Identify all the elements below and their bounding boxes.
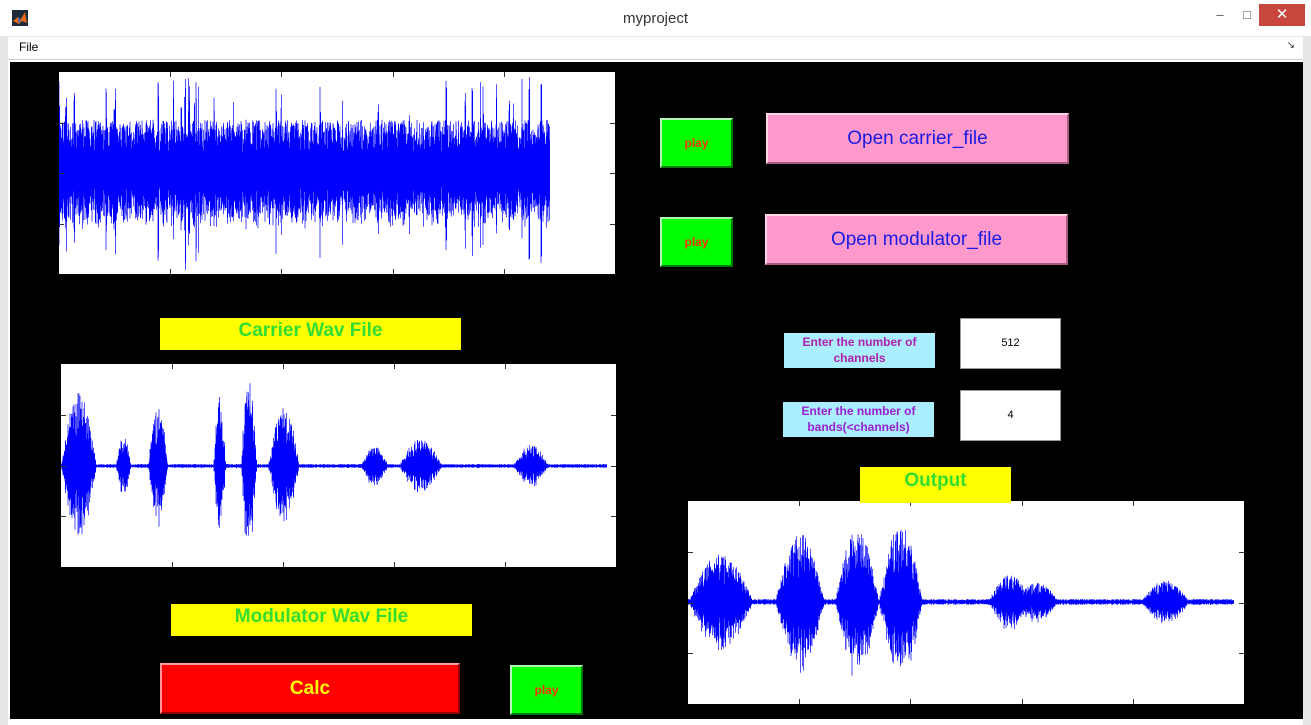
waveform-trace xyxy=(688,530,1235,676)
waveform-trace xyxy=(61,383,608,536)
output-waveform-plot xyxy=(688,501,1244,704)
menu-bar: File ↘ xyxy=(8,37,1303,60)
bands-input[interactable]: 4 xyxy=(960,390,1061,441)
bands-label: Enter the number of bands(<channels) xyxy=(783,402,934,437)
output-axes xyxy=(688,501,1244,704)
modulator-waveform-plot xyxy=(61,364,616,567)
application-window: myproject – □ ✕ File ↘ play Open carrier… xyxy=(0,0,1311,725)
carrier-label: Carrier Wav File xyxy=(160,318,461,350)
window-border-left xyxy=(0,36,8,725)
carrier-waveform-plot xyxy=(59,72,615,274)
output-play-button[interactable]: play xyxy=(510,665,583,715)
output-label: Output xyxy=(860,467,1011,503)
modulator-play-button[interactable]: play xyxy=(660,217,733,267)
title-bar: myproject – □ ✕ xyxy=(0,0,1311,37)
window-border-right xyxy=(1303,36,1311,725)
dock-arrow-icon[interactable]: ↘ xyxy=(1287,40,1295,51)
channels-label: Enter the number of channels xyxy=(784,333,935,368)
modulator-label: Modulator Wav File xyxy=(171,604,472,636)
channels-input[interactable]: 512 xyxy=(960,318,1061,369)
open-modulator-button[interactable]: Open modulator_file xyxy=(765,214,1068,265)
carrier-axes xyxy=(59,72,615,274)
carrier-play-button[interactable]: play xyxy=(660,118,733,168)
close-button[interactable]: ✕ xyxy=(1259,4,1305,26)
waveform-trace xyxy=(59,77,551,271)
window-title: myproject xyxy=(622,10,689,27)
calc-button[interactable]: Calc xyxy=(160,663,460,714)
minimize-button[interactable]: – xyxy=(1205,4,1235,26)
modulator-axes xyxy=(61,364,616,567)
maximize-button[interactable]: □ xyxy=(1235,4,1259,26)
menu-file[interactable]: File xyxy=(19,40,38,54)
open-carrier-button[interactable]: Open carrier_file xyxy=(766,113,1069,164)
